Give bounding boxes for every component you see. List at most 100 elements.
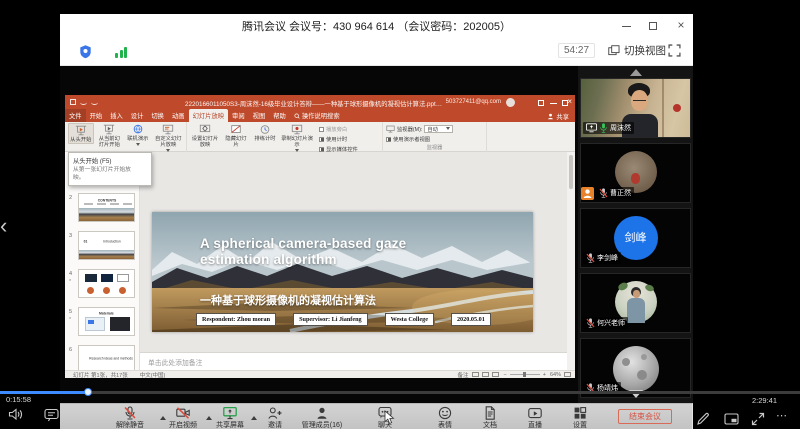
hide-slide-button[interactable]: 隐藏幻灯片 [223,123,249,148]
docs-button[interactable]: 文档 [474,406,506,429]
settings-button[interactable]: 设置 [564,406,596,429]
checkbox-play-narration[interactable]: 播放旁白 [319,125,358,133]
sorter-view-icon[interactable] [482,372,489,377]
pip-subtitle-icon[interactable] [724,413,739,425]
ppt-notes-pane[interactable]: 单击此处添加备注 [140,352,567,370]
tab-view[interactable]: 视图 [249,109,270,122]
expand-arrows-icon[interactable] [751,412,765,426]
close-button[interactable]: × [672,20,690,32]
playback-progress-bar[interactable] [0,391,800,394]
participant-tile-5[interactable]: 杨靖炜 [580,338,691,398]
emoji-button[interactable]: 表情 [429,406,461,429]
record-slideshow-button[interactable]: 录制幻灯片演示 [281,123,313,154]
slide-thumbnail-2[interactable]: 2 CONTENTS [65,193,140,229]
mic-muted-icon [599,188,608,198]
collapse-videos-icon[interactable] [630,69,642,76]
ppt-status-bar: 幻灯片 第1张，共17张 中文(中国) 备注 − + 64% [65,370,575,378]
ribbon-group-monitors: 监视器(M): 自动 使用演示者视图 监视器 [383,122,487,152]
zoom-in-button[interactable]: + [543,372,546,378]
tab-home[interactable]: 开始 [86,109,107,122]
record-icon [291,124,303,135]
share-screen-button[interactable]: 共享屏幕 [208,406,252,429]
custom-slideshow-button[interactable]: 自定义幻灯片放映 [154,123,183,154]
ppt-account-avatar[interactable] [506,98,515,107]
rehearse-timings-button[interactable]: 排练计时 [252,123,278,142]
powerpoint-window: 2220166011050S3-周沫然-16级毕业设计答辩——一种基于球形摄像机… [65,95,575,378]
ppt-scrollbar[interactable] [567,152,575,370]
minimize-button[interactable] [618,20,636,32]
switch-view-button[interactable]: 切换视图 [608,43,666,58]
language-indicator[interactable]: 中文(中国) [140,371,166,379]
invite-button[interactable]: 邀请 [257,406,293,429]
meeting-toolbar-bottom: 解除静音 开启视频 共享屏幕 邀请 管理成员( [60,403,693,429]
danmaku-message-icon[interactable] [44,408,59,422]
maximize-button[interactable] [645,20,663,32]
network-signal-icon[interactable] [115,45,129,58]
setup-slideshow-button[interactable]: 设置幻灯片放映 [190,123,220,148]
tab-file[interactable]: 文件 [65,109,86,122]
tab-design[interactable]: 设计 [127,109,148,122]
tab-animations[interactable]: 动画 [168,109,189,122]
ppt-quick-access-toolbar[interactable] [70,99,98,105]
zoom-slider[interactable] [510,374,540,375]
previous-chevron-icon[interactable]: ‹ [0,215,7,237]
tab-transitions[interactable]: 切换 [147,109,168,122]
volume-icon[interactable] [8,407,24,422]
camera-off-icon [176,406,190,420]
from-beginning-button[interactable]: 从头开始 [68,123,94,144]
end-meeting-button[interactable]: 结束会议 [618,409,672,424]
tab-insert[interactable]: 插入 [106,109,127,122]
tab-review[interactable]: 审阅 [228,109,249,122]
meeting-duration: 54:27 [558,43,595,58]
slide-thumbnail-4[interactable]: 4 * [65,269,140,305]
from-beginning-tooltip: 从头开始 (F5) 从第一张幻灯片开始放映。 [68,152,152,186]
participant-tile-3[interactable]: 剑峰 李剑峰 [580,208,691,268]
zoom-out-button[interactable]: − [504,372,507,378]
more-options-icon[interactable]: ⋯ [776,409,788,422]
monitor-dropdown[interactable]: 自动 [424,125,453,133]
checkbox-presenter-view[interactable]: 使用演示者视图 [386,135,483,143]
security-shield-icon[interactable] [79,44,92,59]
annotate-pencil-icon[interactable] [696,412,710,426]
progress-handle[interactable] [84,388,92,396]
normal-view-icon[interactable] [472,372,479,377]
participant-tile-4[interactable]: 何兴老师 [580,273,691,333]
save-icon[interactable] [70,99,76,105]
participant-tile-2[interactable]: 曹正然 [580,143,691,203]
redo-icon[interactable] [91,100,98,105]
checkbox-use-timings[interactable]: 使用计时 [319,135,358,143]
invite-person-icon [268,406,282,420]
tab-slideshow[interactable]: 幻灯片放映 [189,109,228,122]
document-icon [483,406,497,420]
fit-slide-icon[interactable] [564,372,571,377]
manage-members-button[interactable]: 管理成员(16) [290,406,354,429]
live-button[interactable]: 直播 [519,406,551,429]
unmute-button[interactable]: 解除静音 [106,406,154,429]
slide-thumbnail-5[interactable]: 5 * Materials [65,307,140,343]
ppt-filename: 2220166011050S3-周沫然-16级毕业设计答辩——一种基于球形摄像机… [185,99,445,108]
slideshow-view-icon[interactable] [492,372,499,377]
ppt-account-email[interactable]: 503727411@qq.com [446,99,501,105]
tab-help[interactable]: 帮助 [269,109,290,122]
undo-icon[interactable] [80,100,87,105]
slide-thumbnail-6[interactable]: 6 02 Research ideas and methods [65,345,140,370]
ppt-share-button[interactable]: 共享 [547,112,569,121]
from-current-slide-button[interactable]: 从当前幻灯片开始 [97,123,123,148]
fullscreen-icon[interactable] [668,44,681,57]
ppt-close-button[interactable]: × [567,97,572,106]
zoom-level[interactable]: 64% [550,372,561,378]
slide-title: A spherical camera-based gaze estimation… [200,236,435,269]
slide-canvas[interactable]: A spherical camera-based gaze estimation… [152,212,533,332]
start-video-button[interactable]: 开启视频 [161,406,205,429]
slide-counter: 幻灯片 第1张，共17张 [73,371,128,379]
hide-slide-icon [230,124,242,135]
present-online-button[interactable]: 联机演示 [125,123,151,148]
group-label-monitors: 监视器 [386,143,483,152]
monitor-select-row: 监视器(M): 自动 [386,125,483,133]
members-icon [315,406,329,420]
participant-tile-1[interactable]: 周沫然 [580,78,691,138]
smiley-icon [438,406,452,420]
notes-toggle[interactable]: 备注 [458,371,469,379]
slide-thumbnail-3[interactable]: 3 01 Introduction [65,231,140,267]
tell-me-search[interactable]: 操作说明搜索 [290,109,344,122]
